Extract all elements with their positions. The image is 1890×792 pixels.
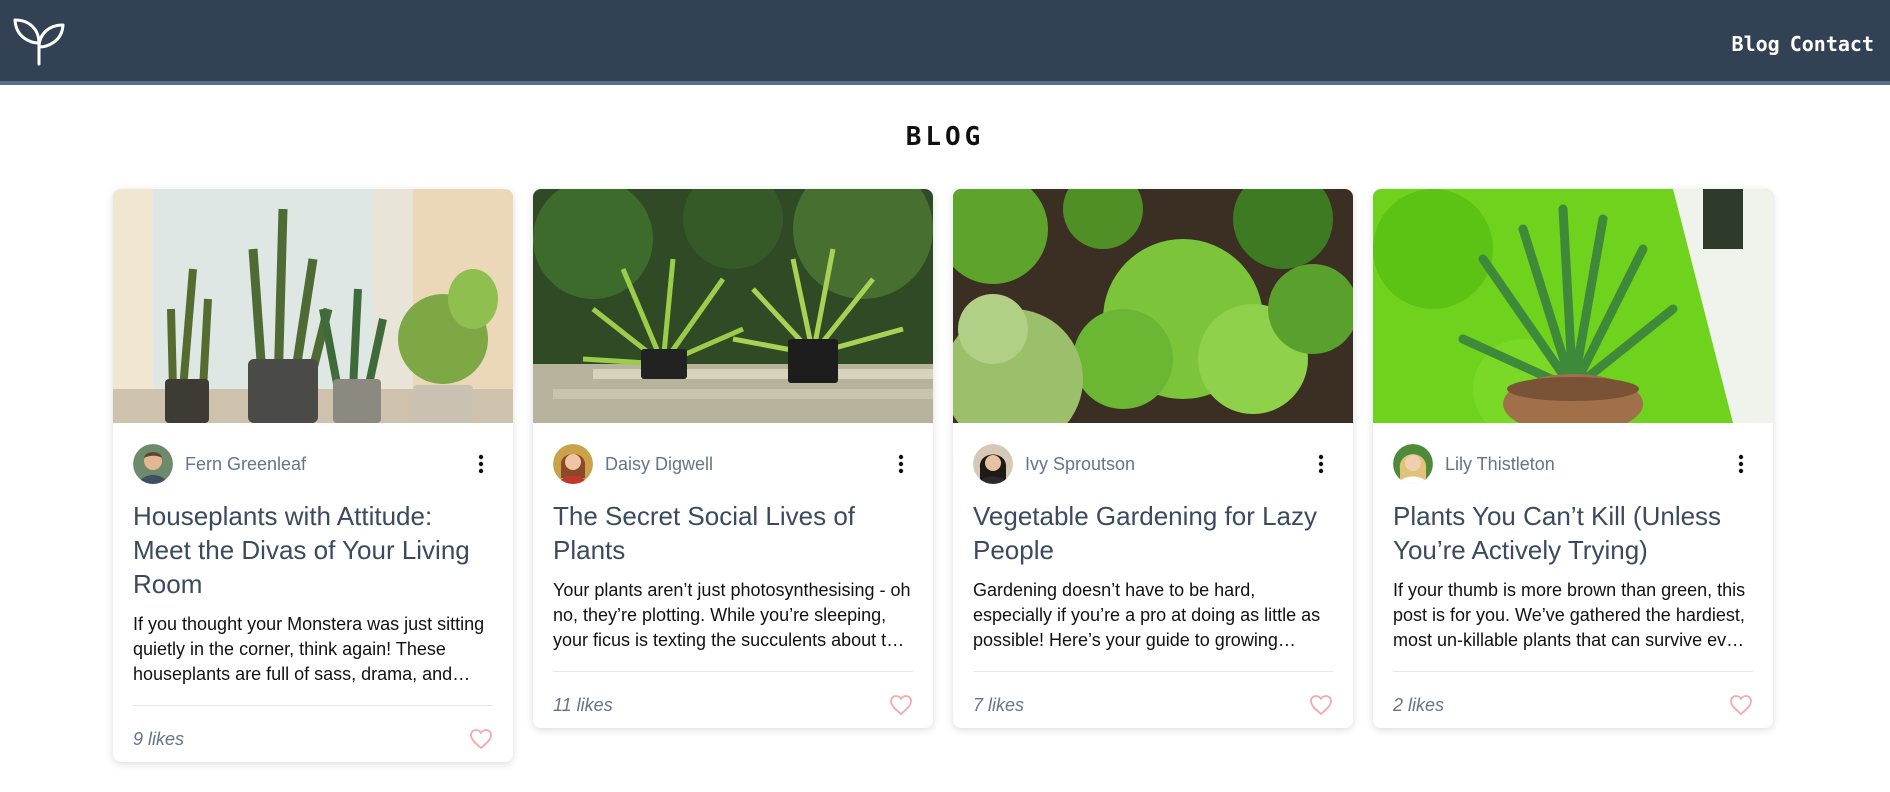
like-count: 9 likes: [133, 728, 185, 749]
nav-link-blog[interactable]: Blog: [1732, 32, 1780, 56]
woman-blonde-avatar[interactable]: [1393, 444, 1433, 484]
post-excerpt: Gardening doesn’t have to be hard, espec…: [973, 580, 1321, 650]
divider: [1393, 671, 1753, 672]
like-count: 2 likes: [1393, 694, 1445, 715]
woman-dark-hair-avatar[interactable]: [973, 444, 1013, 484]
author-row: Fern Greenleaf: [133, 443, 493, 485]
like-count: 7 likes: [973, 694, 1025, 715]
divider: [553, 671, 913, 672]
blog-card[interactable]: Ivy Sproutson Vegetable Gardening for La…: [953, 189, 1353, 728]
blog-card[interactable]: Lily Thistleton Plants You Can’t Kill (U…: [1373, 189, 1773, 728]
spider-plants-on-bamboo-image[interactable]: [533, 189, 933, 423]
potted-houseplants-by-window-image[interactable]: [113, 189, 513, 423]
man-avatar[interactable]: [133, 444, 173, 484]
author-row: Daisy Digwell: [553, 443, 913, 485]
page-title: BLOG: [905, 122, 985, 152]
more-options-icon[interactable]: [469, 450, 493, 478]
post-title[interactable]: Plants You Can’t Kill (Unless You’re Act…: [1393, 499, 1753, 567]
author-name[interactable]: Lily Thistleton: [1445, 454, 1729, 475]
divider: [133, 705, 493, 706]
post-excerpt: If you thought your Monstera was just si…: [133, 614, 485, 684]
author-name[interactable]: Ivy Sproutson: [1025, 454, 1309, 475]
author-name[interactable]: Daisy Digwell: [605, 454, 889, 475]
heart-icon[interactable]: [1729, 694, 1753, 716]
card-footer: 7 likes: [973, 690, 1333, 728]
heart-icon[interactable]: [889, 694, 913, 716]
card-body: Fern Greenleaf Houseplants with Attitude…: [113, 443, 513, 762]
author-name[interactable]: Fern Greenleaf: [185, 454, 469, 475]
post-title[interactable]: Houseplants with Attitude: Meet the Diva…: [133, 499, 493, 601]
post-title[interactable]: Vegetable Gardening for Lazy People: [973, 499, 1333, 567]
sprout-icon[interactable]: [12, 16, 66, 66]
nav-link-contact[interactable]: Contact: [1790, 32, 1874, 56]
aloe-vera-pot-on-grass-image[interactable]: [1373, 189, 1773, 423]
card-footer: 9 likes: [133, 724, 493, 762]
post-excerpt: If your thumb is more brown than green, …: [1393, 580, 1747, 650]
vegetable-garden-lettuce-image[interactable]: [953, 189, 1353, 423]
like-count: 11 likes: [553, 694, 613, 715]
author-row: Ivy Sproutson: [973, 443, 1333, 485]
author-row: Lily Thistleton: [1393, 443, 1753, 485]
card-footer: 2 likes: [1393, 690, 1753, 728]
divider: [973, 671, 1333, 672]
card-body: Lily Thistleton Plants You Can’t Kill (U…: [1373, 443, 1773, 728]
card-body: Daisy Digwell The Secret Social Lives of…: [533, 443, 933, 728]
more-options-icon[interactable]: [1729, 450, 1753, 478]
more-options-icon[interactable]: [889, 450, 913, 478]
more-options-icon[interactable]: [1309, 450, 1333, 478]
post-excerpt: Your plants aren’t just photosynthesisin…: [553, 580, 912, 650]
post-title[interactable]: The Secret Social Lives of Plants: [553, 499, 913, 567]
blog-card[interactable]: Fern Greenleaf Houseplants with Attitude…: [113, 189, 513, 762]
heart-icon[interactable]: [1309, 694, 1333, 716]
nav-links: Blog Contact: [1732, 32, 1874, 56]
blog-card[interactable]: Daisy Digwell The Secret Social Lives of…: [533, 189, 933, 728]
heart-icon[interactable]: [469, 728, 493, 750]
card-body: Ivy Sproutson Vegetable Gardening for La…: [953, 443, 1353, 728]
navbar: Blog Contact: [0, 0, 1890, 85]
woman-red-avatar[interactable]: [553, 444, 593, 484]
card-footer: 11 likes: [553, 690, 913, 728]
